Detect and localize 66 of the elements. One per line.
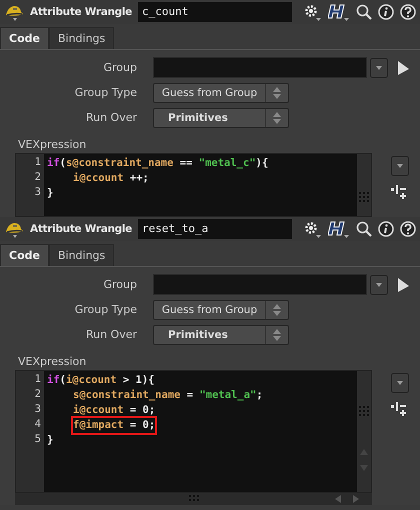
code-line: i@ccount = 0; (73, 403, 156, 418)
hat-icon[interactable] (4, 3, 24, 21)
tab[interactable]: Bindings (48, 244, 114, 266)
code-editor[interactable]: 1 2 3 if(s@constraint_name == "metal_c"){ i@ccount ++; } (15, 153, 372, 217)
line-number: 2 (34, 170, 42, 185)
code-editor[interactable]: 1 2 3 4 5 if(i@ccount > 1){ s@constraint_name = "metal_a"; i@ccount = 0; f@impact = 0; } (15, 370, 372, 493)
grip-icon[interactable] (359, 406, 369, 416)
code-line: i@ccount ++; (73, 171, 149, 186)
grip-icon[interactable] (359, 192, 369, 202)
parameter-label: Group Type (74, 303, 137, 316)
tab[interactable]: Code (0, 27, 49, 49)
add-spare-icon[interactable] (390, 184, 406, 200)
tab[interactable]: Code (0, 244, 49, 266)
code-line: f@impact = 0; (73, 418, 156, 433)
line-number: 4 (34, 417, 42, 432)
up-down-arrows-icon (272, 328, 282, 342)
code-line: } (47, 433, 54, 448)
line-number: 3 (34, 402, 42, 417)
add-spare-icon[interactable] (390, 401, 406, 417)
group-field[interactable] (153, 57, 367, 78)
horizontal-scrollbar[interactable] (15, 493, 372, 505)
info-icon[interactable] (378, 221, 394, 237)
node-type-label: Attribute Wrangle (30, 223, 132, 235)
code-line: } (47, 186, 54, 201)
parameter-label: Group (102, 61, 137, 74)
line-number: 3 (34, 185, 42, 200)
dropdown-button[interactable] (370, 58, 388, 78)
code-line: if(s@constraint_name == "metal_c"){ (47, 156, 268, 171)
help-icon[interactable] (400, 4, 416, 20)
menu-dropdown[interactable]: Guess from Group (153, 300, 289, 320)
hat-icon[interactable] (4, 220, 24, 238)
menu-dropdown[interactable]: Primitives (153, 108, 289, 128)
info-icon[interactable] (378, 4, 394, 20)
parameter-label: Run Over (84, 328, 137, 341)
node-type-label: Attribute Wrangle (30, 6, 132, 18)
code-line: if(i@ccount > 1){ (47, 373, 154, 388)
section-label: VEXpression (17, 137, 88, 153)
section-label: VEXpression (17, 354, 88, 370)
pointer-icon[interactable] (396, 60, 410, 76)
search-icon[interactable] (356, 4, 372, 20)
line-number: 2 (34, 387, 42, 402)
dropdown-button[interactable] (370, 274, 388, 294)
parameter-label: Run Over (84, 111, 137, 124)
line-number: 5 (34, 432, 42, 447)
h-logo-icon[interactable] (328, 220, 350, 238)
node-name-field[interactable]: reset_to_a (138, 219, 292, 239)
group-field[interactable] (153, 274, 367, 295)
h-logo-icon[interactable] (328, 3, 350, 21)
up-down-arrows-icon (272, 110, 282, 124)
dropdown-button[interactable] (391, 156, 409, 176)
grip-icon[interactable] (188, 495, 198, 503)
dropdown-button[interactable] (391, 373, 409, 393)
line-number: 1 (34, 372, 42, 387)
parameter-label: Group Type (74, 86, 137, 99)
pointer-icon[interactable] (396, 276, 410, 292)
up-down-arrows-icon (272, 86, 282, 100)
tab[interactable]: Bindings (48, 27, 114, 49)
node-name-field[interactable]: c_count (138, 2, 292, 22)
menu-dropdown[interactable]: Primitives (153, 324, 289, 344)
up-down-arrows-icon (272, 302, 282, 316)
search-icon[interactable] (356, 221, 372, 237)
menu-dropdown[interactable]: Guess from Group (153, 82, 289, 102)
help-icon[interactable] (400, 221, 416, 237)
line-number: 1 (34, 155, 42, 170)
parameter-label: Group (102, 278, 137, 291)
code-line: s@constraint_name = "metal_a"; (73, 388, 263, 403)
